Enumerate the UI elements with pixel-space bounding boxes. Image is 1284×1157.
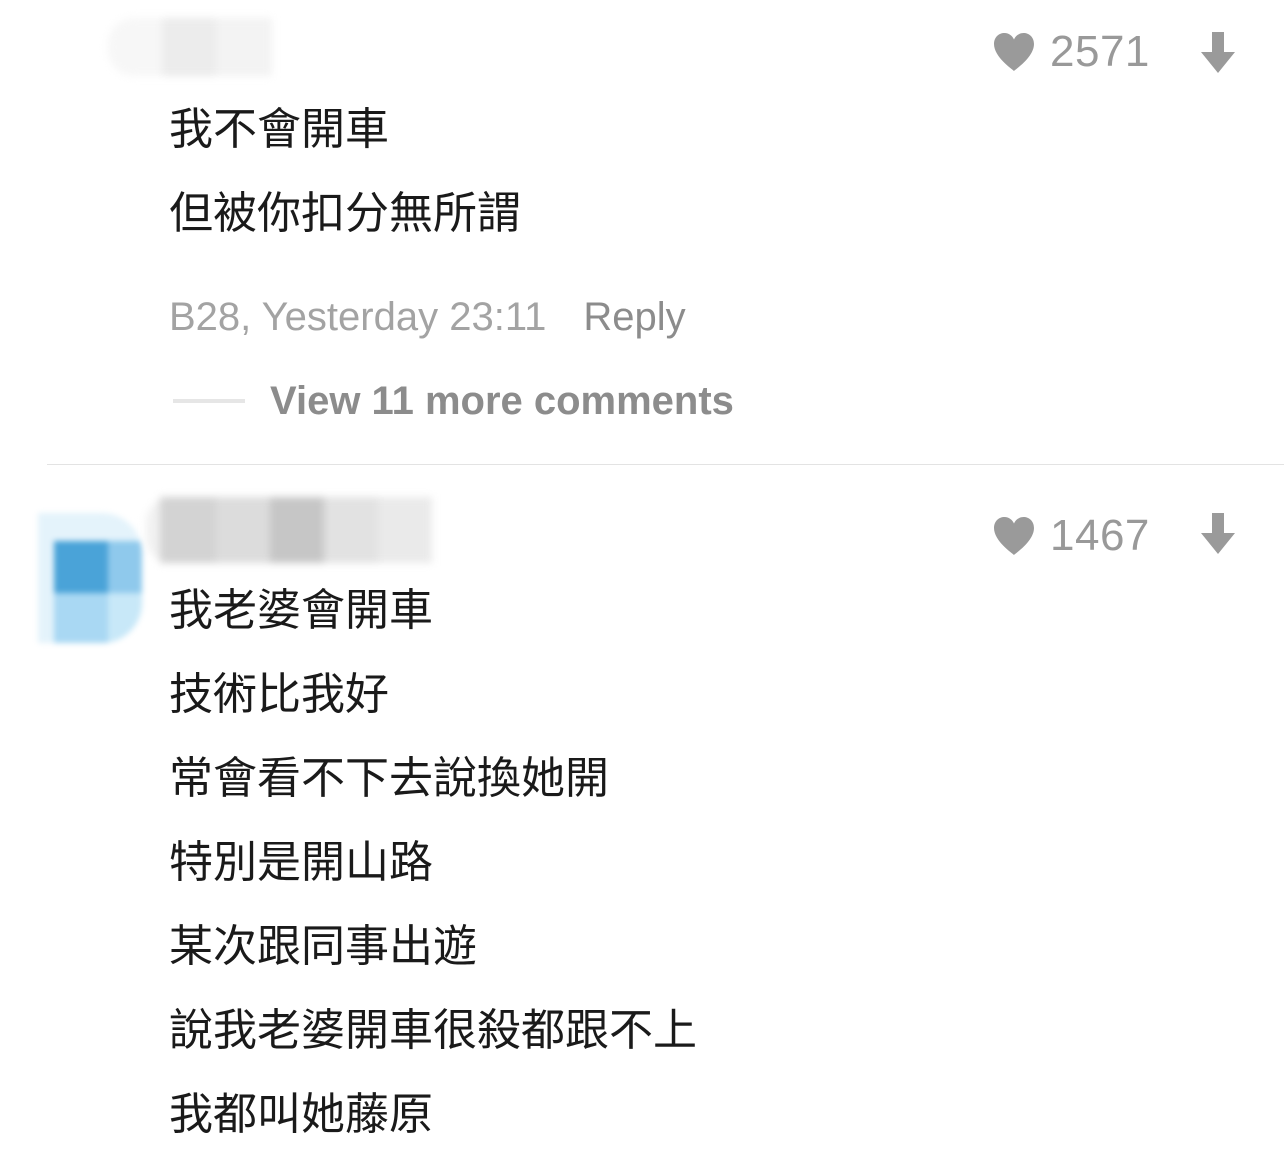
reply-button[interactable]: Reply [583, 292, 685, 342]
comment-text-line: 我不會開車 [169, 104, 389, 155]
comment: 1467 我老婆會開車 技術比我好 常會看不下去說換她開 特別是開山路 某次跟同… [0, 465, 1284, 1146]
like-count: 1467 [1050, 511, 1150, 560]
heart-icon [992, 516, 1036, 556]
heart-icon [992, 32, 1036, 72]
username-redacted [108, 18, 272, 76]
like-button[interactable]: 1467 [992, 514, 1150, 558]
comment-body: 我老婆會開車 技術比我好 常會看不下去說換她開 特別是開山路 某次跟同事出遊 說… [169, 569, 697, 1157]
comment-text-line: 我老婆會開車 [169, 585, 433, 636]
comment-text-line: 但被你扣分無所謂 [169, 188, 521, 239]
comment-text-line: 說我老婆開車很殺都跟不上 [169, 1005, 697, 1056]
comment-text-line: 常會看不下去說換她開 [169, 753, 609, 804]
comment-body: 我不會開車 但被你扣分無所謂 [169, 88, 521, 256]
avatar[interactable] [38, 513, 142, 643]
comment-text-line: 某次跟同事出遊 [169, 921, 477, 972]
like-count: 2571 [1050, 27, 1150, 76]
view-more-comments-button[interactable]: View 11 more comments [173, 376, 734, 426]
comment: 2571 我不會開車 但被你扣分無所謂 B28, Yesterday 23:11… [0, 0, 1284, 464]
comment-text-line: 我都叫她藤原 [169, 1089, 433, 1140]
arrow-down-icon[interactable] [1199, 511, 1237, 555]
view-more-dash [173, 399, 245, 403]
comment-text-line: 技術比我好 [169, 669, 389, 720]
arrow-down-icon[interactable] [1199, 30, 1237, 74]
like-button[interactable]: 2571 [992, 30, 1150, 74]
username-redacted [146, 497, 432, 563]
comment-meta: B28, Yesterday 23:11 Reply [169, 292, 686, 342]
comment-timestamp: B28, Yesterday 23:11 [169, 295, 547, 339]
view-more-label: View 11 more comments [270, 379, 734, 423]
comment-text-line: 特別是開山路 [169, 837, 433, 888]
